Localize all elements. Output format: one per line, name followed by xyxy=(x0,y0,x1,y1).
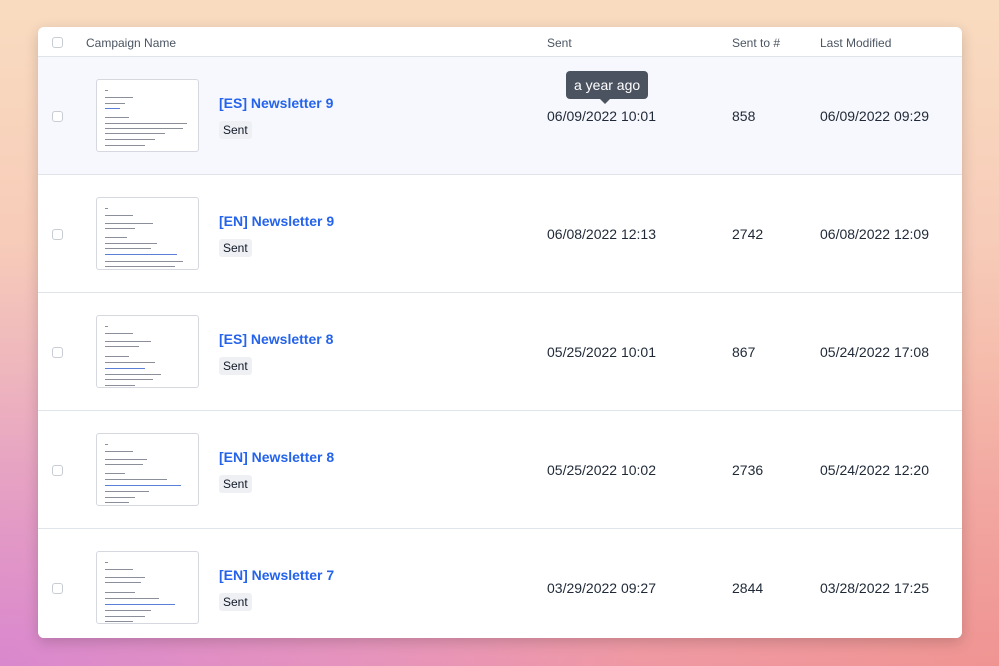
header-sent[interactable]: Sent xyxy=(547,36,572,50)
table-row[interactable]: [ES] Newsletter 8 Sent 05/25/2022 10:01 … xyxy=(38,293,962,411)
row-checkbox[interactable] xyxy=(52,583,63,594)
sent-to-count: 2844 xyxy=(732,580,764,596)
row-checkbox[interactable] xyxy=(52,465,63,476)
campaign-name-link[interactable]: [EN] Newsletter 8 xyxy=(219,449,334,465)
status-badge: Sent xyxy=(219,593,252,611)
table-row[interactable]: [EN] Newsletter 9 Sent 06/08/2022 12:13 … xyxy=(38,175,962,293)
sent-date: 06/09/2022 10:01 xyxy=(547,108,656,124)
status-badge: Sent xyxy=(219,121,252,139)
header-campaign-name[interactable]: Campaign Name xyxy=(86,36,176,50)
status-badge: Sent xyxy=(219,357,252,375)
table-header: Campaign Name Sent Sent to # Last Modifi… xyxy=(38,27,962,57)
last-modified-date: 05/24/2022 17:08 xyxy=(820,344,929,360)
status-badge: Sent xyxy=(219,239,252,257)
sent-to-count: 867 xyxy=(732,344,756,360)
sent-to-count: 2736 xyxy=(732,462,764,478)
email-preview-thumbnail[interactable] xyxy=(96,551,199,624)
sent-date: 05/25/2022 10:02 xyxy=(547,462,656,478)
sent-to-count: 858 xyxy=(732,108,756,124)
email-preview-thumbnail[interactable] xyxy=(96,197,199,270)
campaign-name-link[interactable]: [EN] Newsletter 9 xyxy=(219,213,334,229)
row-checkbox[interactable] xyxy=(52,111,63,122)
last-modified-date: 06/09/2022 09:29 xyxy=(820,108,929,124)
campaign-name-link[interactable]: [ES] Newsletter 9 xyxy=(219,95,333,111)
header-last-modified[interactable]: Last Modified xyxy=(820,36,891,50)
sent-date: 05/25/2022 10:01 xyxy=(547,344,656,360)
row-checkbox[interactable] xyxy=(52,347,63,358)
campaign-name-link[interactable]: [ES] Newsletter 8 xyxy=(219,331,333,347)
status-badge: Sent xyxy=(219,475,252,493)
last-modified-date: 03/28/2022 17:25 xyxy=(820,580,929,596)
select-all-checkbox[interactable] xyxy=(52,37,63,48)
relative-time-tooltip: a year ago xyxy=(566,71,649,104)
email-preview-thumbnail[interactable] xyxy=(96,433,199,506)
last-modified-date: 06/08/2022 12:09 xyxy=(820,226,929,242)
sent-date: 03/29/2022 09:27 xyxy=(547,580,656,596)
table-row[interactable]: [EN] Newsletter 8 Sent 05/25/2022 10:02 … xyxy=(38,411,962,529)
campaigns-table: Campaign Name Sent Sent to # Last Modifi… xyxy=(38,27,962,638)
email-preview-thumbnail[interactable] xyxy=(96,79,199,152)
last-modified-date: 05/24/2022 12:20 xyxy=(820,462,929,478)
campaign-name-link[interactable]: [EN] Newsletter 7 xyxy=(219,567,334,583)
row-checkbox[interactable] xyxy=(52,229,63,240)
sent-to-count: 2742 xyxy=(732,226,764,242)
sent-date: 06/08/2022 12:13 xyxy=(547,226,656,242)
email-preview-thumbnail[interactable] xyxy=(96,315,199,388)
table-row[interactable]: [EN] Newsletter 7 Sent 03/29/2022 09:27 … xyxy=(38,529,962,638)
table-row[interactable]: [ES] Newsletter 9 Sent 06/09/2022 10:01 … xyxy=(38,57,962,175)
header-sent-to[interactable]: Sent to # xyxy=(732,36,780,50)
